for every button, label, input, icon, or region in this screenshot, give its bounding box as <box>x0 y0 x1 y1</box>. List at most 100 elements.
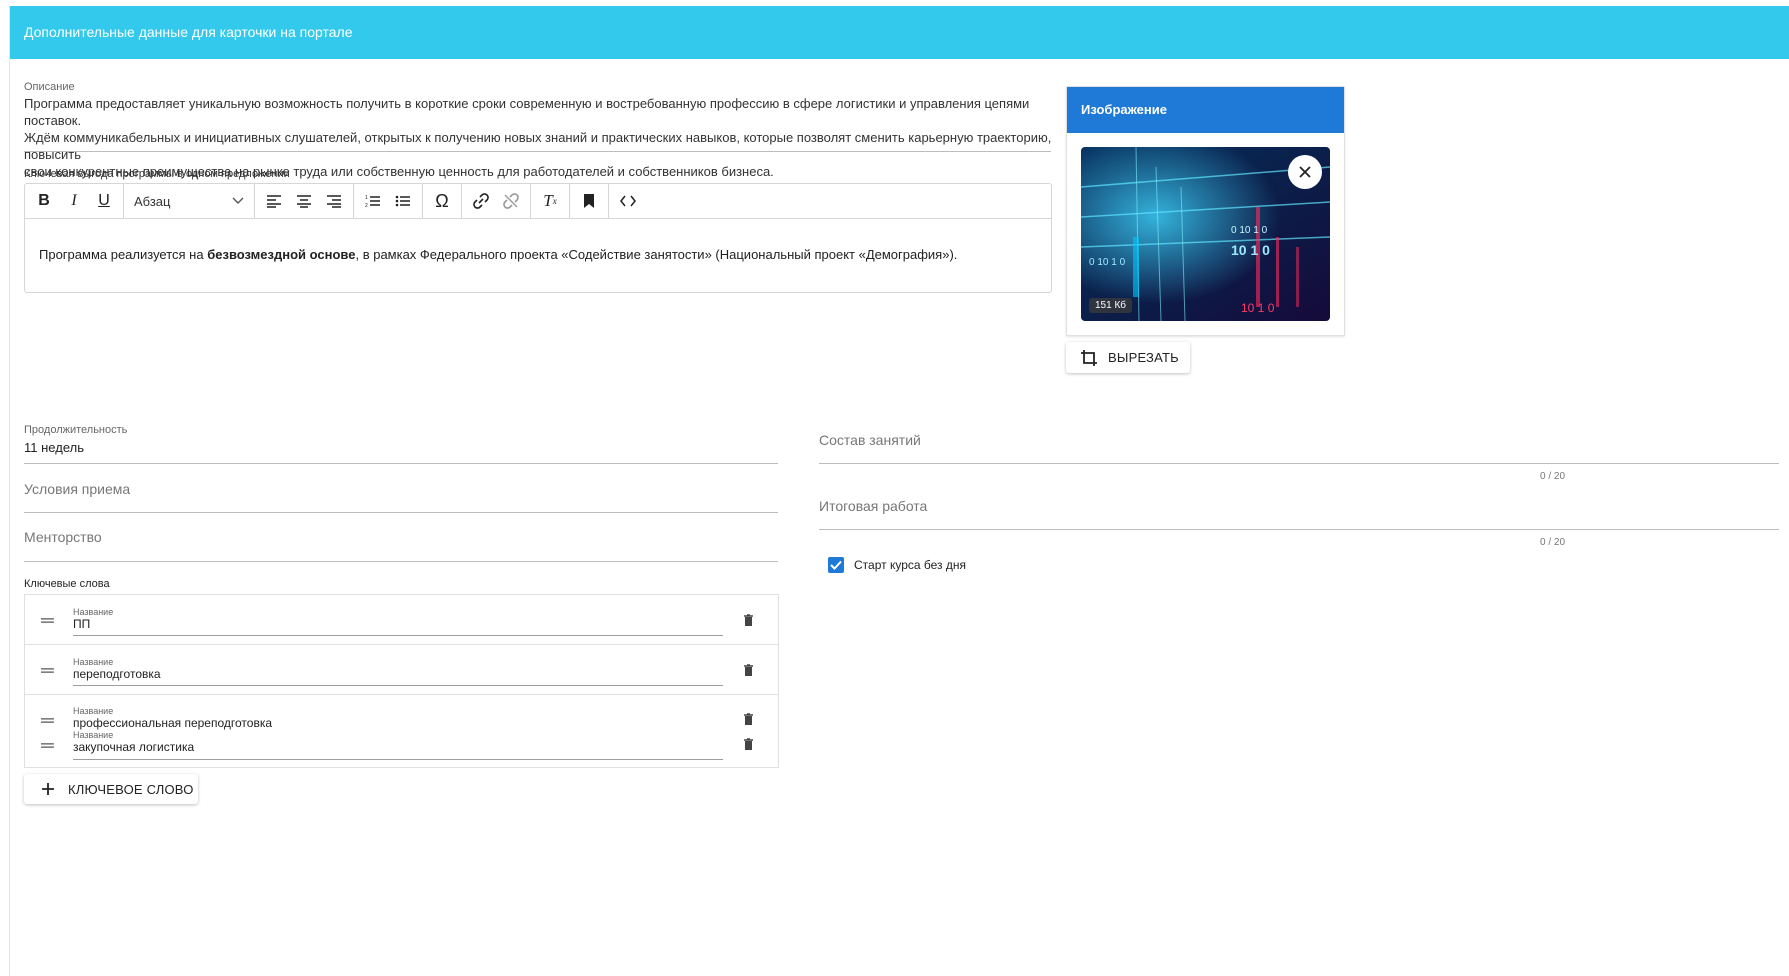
svg-text:10 1 0: 10 1 0 <box>1241 301 1275 315</box>
bookmark-button[interactable] <box>574 186 604 216</box>
rich-text-editor: B I U Абзац 1 2 Ω T x Программа реализуе… <box>24 183 1052 293</box>
keyword-underline <box>73 685 723 686</box>
description-underline <box>24 151 1051 152</box>
close-icon <box>1299 166 1311 178</box>
svg-text:2: 2 <box>365 203 368 208</box>
source-code-button[interactable] <box>613 186 643 216</box>
block-format-value: Абзац <box>134 193 171 209</box>
editor-text-end: , в рамках Федерального проекта «Содейст… <box>355 247 958 262</box>
drag-handle-icon[interactable]: ═ <box>41 661 54 679</box>
start-without-day-label: Старт курса без дня <box>854 558 966 572</box>
crop-icon <box>1081 349 1097 366</box>
image-preview: 0 10 1 0 10 1 0 0 10 1 0 10 1 0 151 Кб <box>1081 147 1330 321</box>
bookmark-icon <box>584 194 594 208</box>
keyword-name-label: Название <box>73 730 114 740</box>
description-line-1: Программа предоставляет уникальную возмо… <box>24 96 1030 128</box>
duration-underline <box>24 463 778 464</box>
delete-keyword-icon[interactable] <box>743 664 754 676</box>
keyword-name-input[interactable]: переподготовка <box>73 667 161 681</box>
keyword-name-label: Название <box>73 607 114 617</box>
editor-label: Ключевая выгода программы в одном предло… <box>24 168 290 180</box>
start-without-day-checkbox[interactable] <box>828 557 844 573</box>
code-icon <box>620 195 636 207</box>
unlink-icon <box>503 193 519 209</box>
keywords-list: ═ Название ПП ═ Название переподготовка … <box>24 594 779 768</box>
composition-counter: 0 / 20 <box>1540 471 1566 482</box>
align-left-icon <box>267 195 281 208</box>
keyword-underline <box>73 759 723 760</box>
numbered-list-button[interactable]: 12 <box>358 186 388 216</box>
svg-text:10 1 0: 10 1 0 <box>1231 242 1270 258</box>
duration-input[interactable]: 11 недель <box>24 440 84 455</box>
remove-image-button[interactable] <box>1288 155 1322 189</box>
crop-button-label: ВЫРЕЗАТЬ <box>1108 350 1179 365</box>
editor-text-start: Программа реализуется на <box>39 247 208 262</box>
keyword-name-input[interactable]: закупочная логистика <box>73 740 194 754</box>
unlink-button[interactable] <box>496 186 526 216</box>
keyword-item: ═ Название закупочная логистика <box>25 720 778 765</box>
block-format-select[interactable]: Абзац <box>128 194 250 209</box>
final-work-counter: 0 / 20 <box>1540 537 1566 548</box>
special-char-group: Ω <box>423 184 462 218</box>
align-center-button[interactable] <box>289 186 319 216</box>
mentoring-input[interactable]: Менторство <box>24 529 102 545</box>
list-group: 12 <box>354 184 423 218</box>
keywords-label: Ключевые слова <box>24 578 110 590</box>
delete-keyword-icon[interactable] <box>743 738 754 750</box>
align-group <box>255 184 354 218</box>
add-keyword-label: КЛЮЧЕВОЕ СЛОВО <box>68 781 194 797</box>
align-center-icon <box>297 195 311 208</box>
keyword-name-label: Название <box>73 706 114 716</box>
align-right-icon <box>327 195 341 208</box>
align-left-button[interactable] <box>259 186 289 216</box>
align-right-button[interactable] <box>319 186 349 216</box>
composition-underline <box>819 463 1779 464</box>
link-group <box>462 184 531 218</box>
checkmark-icon <box>830 560 842 570</box>
special-char-button[interactable]: Ω <box>427 186 457 216</box>
bold-button[interactable]: B <box>29 186 59 216</box>
underline-button[interactable]: U <box>89 186 119 216</box>
block-format-group: Абзац <box>124 184 255 218</box>
admission-underline <box>24 512 778 513</box>
italic-button[interactable]: I <box>59 186 89 216</box>
editor-toolbar: B I U Абзац 1 2 Ω T x <box>25 184 1051 219</box>
duration-label: Продолжительность <box>24 424 128 436</box>
lesson-composition-input[interactable]: Состав занятий <box>819 432 921 448</box>
keyword-item: ═ Название переподготовка <box>25 645 778 695</box>
add-keyword-button[interactable]: КЛЮЧЕВОЕ СЛОВО <box>24 774 198 804</box>
admission-conditions-input[interactable]: Условия приема <box>24 481 130 497</box>
image-card-title: Изображение <box>1067 87 1344 133</box>
image-card: Изображение 0 10 1 0 10 1 0 0 10 1 0 10 … <box>1066 86 1345 336</box>
svg-text:1: 1 <box>365 195 368 201</box>
mentoring-underline <box>24 561 778 562</box>
format-group: B I U <box>25 184 124 218</box>
description-line-2: Ждём коммуникабельных и инициативных слу… <box>24 130 1052 162</box>
plus-icon <box>42 783 54 795</box>
svg-text:0 10 1 0: 0 10 1 0 <box>1089 257 1126 268</box>
keyword-underline <box>73 635 723 636</box>
final-work-underline <box>819 529 1779 530</box>
source-group <box>609 184 647 218</box>
numbered-list-icon: 12 <box>365 195 380 208</box>
clear-format-group: Tx <box>531 184 570 218</box>
clear-format-button[interactable]: Tx <box>535 186 565 216</box>
image-size-badge: 151 Кб <box>1089 298 1133 313</box>
editor-content[interactable]: Программа реализуется на безвозмездной о… <box>25 219 1051 290</box>
editor-text-bold: безвозмездной основе <box>207 247 356 262</box>
description-label: Описание <box>24 81 75 93</box>
insert-link-button[interactable] <box>466 186 496 216</box>
bookmark-group <box>570 184 609 218</box>
bullet-list-button[interactable] <box>388 186 418 216</box>
delete-keyword-icon[interactable] <box>743 614 754 626</box>
keyword-name-input[interactable]: ПП <box>73 617 90 631</box>
crop-button[interactable]: ВЫРЕЗАТЬ <box>1066 342 1190 373</box>
link-icon <box>473 193 489 209</box>
keyword-item: ═ Название ПП <box>25 595 778 645</box>
final-work-input[interactable]: Итоговая работа <box>819 498 927 514</box>
panel-header: Дополнительные данные для карточки на по… <box>10 6 1789 59</box>
portal-card-panel: Дополнительные данные для карточки на по… <box>9 6 1789 976</box>
drag-handle-icon[interactable]: ═ <box>41 736 54 754</box>
drag-handle-icon[interactable]: ═ <box>41 611 54 629</box>
chevron-down-icon <box>232 197 244 204</box>
